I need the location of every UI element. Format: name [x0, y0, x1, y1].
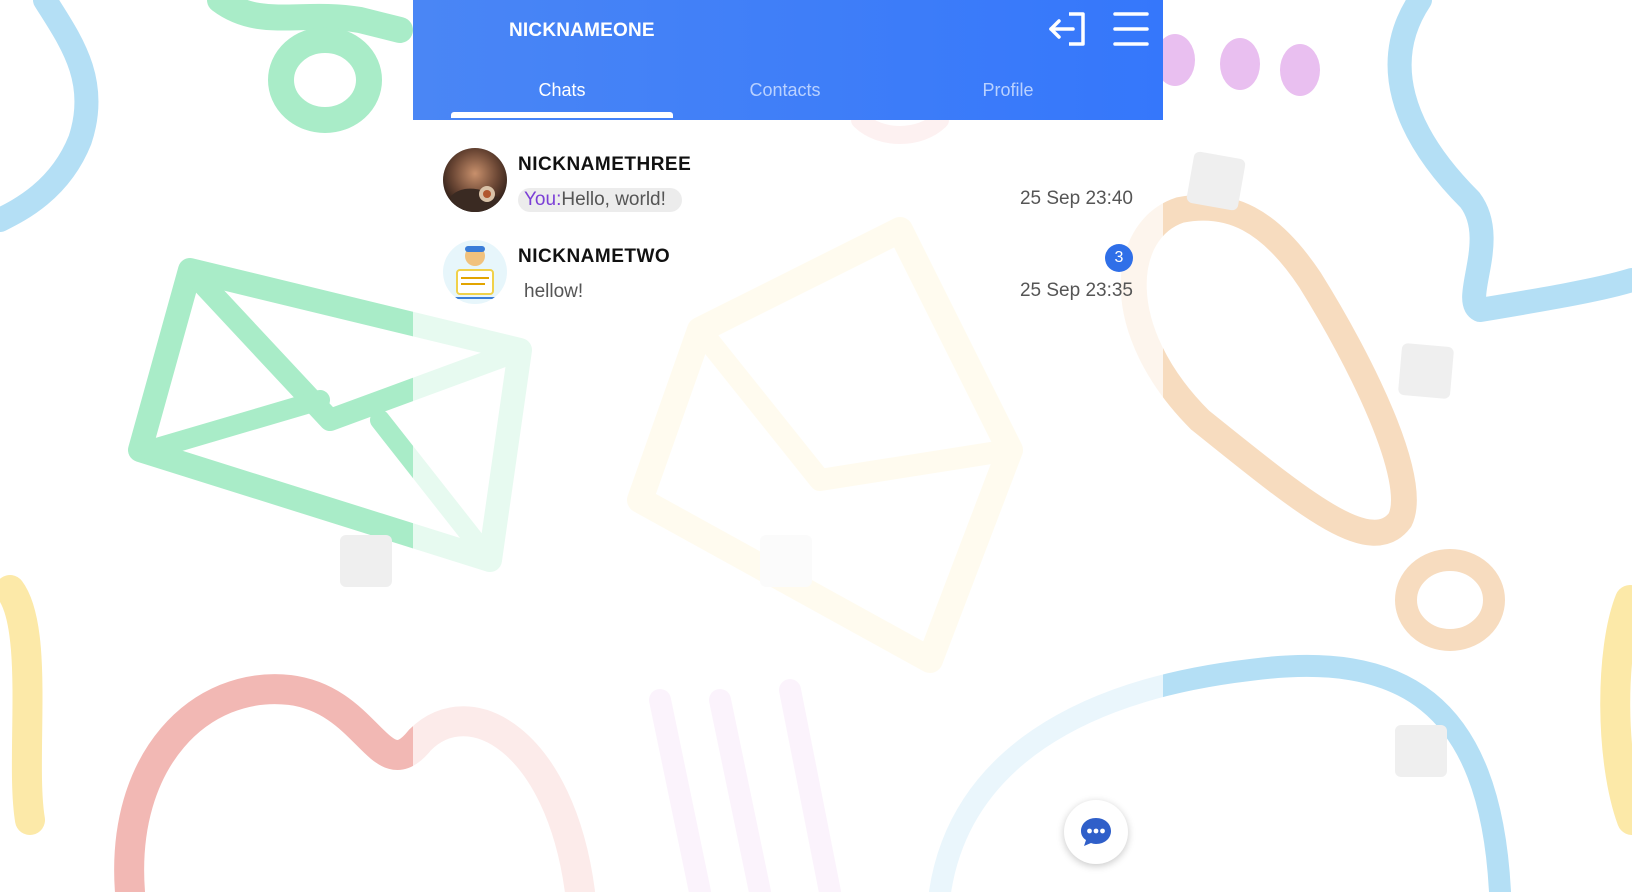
chat-timestamp: 25 Sep 23:40 — [1019, 188, 1133, 209]
menu-button[interactable] — [1111, 9, 1151, 49]
avatar — [443, 240, 507, 304]
logout-button[interactable] — [1047, 9, 1091, 49]
last-message-preview: You:Hello, world! — [518, 188, 682, 212]
new-chat-button[interactable] — [1064, 800, 1128, 864]
chat-app-panel: NICKNAMEONE Chats Contacts Profile NICKN… — [413, 0, 1163, 892]
tab-profile[interactable]: Profile — [897, 68, 1119, 120]
chat-list-item[interactable]: NICKNAMETWO hellow! 3 25 Sep 23:35 — [443, 240, 1133, 320]
tab-contacts[interactable]: Contacts — [674, 68, 896, 120]
chat-name: NICKNAMETWO — [518, 246, 671, 267]
last-message-preview: hellow! — [518, 280, 599, 304]
logout-icon — [1049, 12, 1085, 46]
avatar — [443, 148, 507, 212]
last-message-text: Hello, world! — [561, 189, 666, 210]
sender-prefix: You: — [524, 189, 562, 210]
unread-count-badge: 3 — [1105, 244, 1133, 272]
chat-list-item[interactable]: NICKNAMETHREE You:Hello, world! 25 Sep 2… — [443, 148, 1133, 228]
last-message-text: hellow! — [524, 281, 584, 302]
chat-bubble-icon — [1081, 818, 1111, 846]
chat-name: NICKNAMETHREE — [518, 154, 692, 175]
hamburger-menu-icon — [1113, 12, 1149, 46]
app-header: NICKNAMEONE Chats Contacts Profile — [413, 0, 1163, 120]
app-title: NICKNAMEONE — [509, 20, 655, 41]
chat-timestamp: 25 Sep 23:35 — [1019, 280, 1133, 301]
active-tab-indicator — [451, 112, 673, 118]
